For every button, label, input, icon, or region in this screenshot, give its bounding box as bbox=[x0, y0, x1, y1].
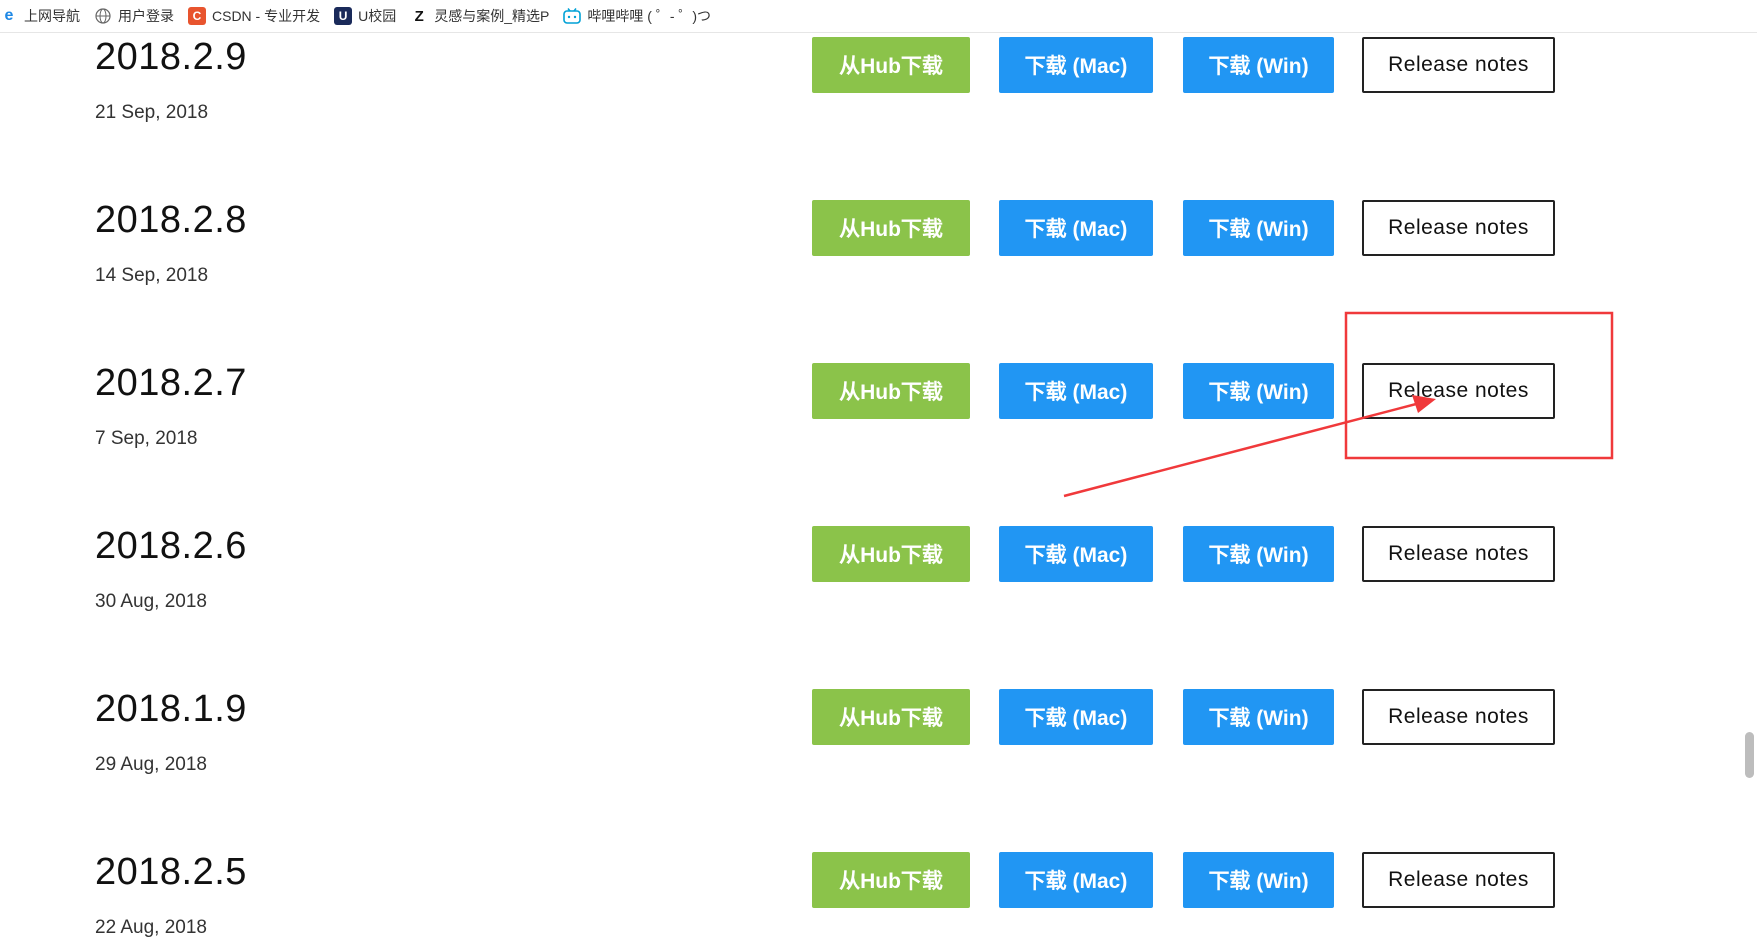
release-row: 2018.2.8 14 Sep, 2018 从Hub下载 下载 (Mac) 下载… bbox=[0, 195, 1757, 358]
release-date: 7 Sep, 2018 bbox=[95, 428, 198, 449]
release-notes-button[interactable]: Release notes bbox=[1362, 689, 1555, 745]
bookmark-label: 灵感与案例_精选P bbox=[434, 8, 550, 24]
download-win-button[interactable]: 下载 (Win) bbox=[1183, 526, 1334, 582]
download-hub-button[interactable]: 从Hub下载 bbox=[812, 200, 970, 256]
release-version: 2018.2.5 bbox=[95, 851, 247, 893]
download-win-button[interactable]: 下载 (Win) bbox=[1183, 37, 1334, 93]
bookmark-ucampus[interactable]: U U校园 bbox=[334, 0, 396, 32]
download-hub-button[interactable]: 从Hub下载 bbox=[812, 37, 970, 93]
release-version: 2018.2.9 bbox=[95, 36, 247, 78]
release-notes-button[interactable]: Release notes bbox=[1362, 526, 1555, 582]
release-notes-button[interactable]: Release notes bbox=[1362, 200, 1555, 256]
download-mac-button[interactable]: 下载 (Mac) bbox=[999, 37, 1153, 93]
bookmarks-bar: e 上网导航 用户登录 C CSDN - 专业开发 U U校园 Z 灵感与案例_… bbox=[0, 0, 1757, 33]
release-row: 2018.2.6 30 Aug, 2018 从Hub下载 下载 (Mac) 下载… bbox=[0, 521, 1757, 684]
bookmark-label: 用户登录 bbox=[118, 8, 174, 24]
u-icon: U bbox=[334, 7, 353, 25]
bookmark-nav[interactable]: e 上网导航 bbox=[0, 0, 80, 32]
download-win-button[interactable]: 下载 (Win) bbox=[1183, 200, 1334, 256]
release-version: 2018.1.9 bbox=[95, 688, 247, 730]
download-hub-button[interactable]: 从Hub下载 bbox=[812, 852, 970, 908]
download-hub-button[interactable]: 从Hub下载 bbox=[812, 363, 970, 419]
download-win-button[interactable]: 下载 (Win) bbox=[1183, 852, 1334, 908]
release-date: 30 Aug, 2018 bbox=[95, 591, 207, 612]
bookmark-login[interactable]: 用户登录 bbox=[94, 0, 174, 32]
bookmark-zcool[interactable]: Z 灵感与案例_精选P bbox=[410, 0, 550, 32]
release-notes-button[interactable]: Release notes bbox=[1362, 852, 1555, 908]
release-row: 2018.1.9 29 Aug, 2018 从Hub下载 下载 (Mac) 下载… bbox=[0, 684, 1757, 847]
download-win-button[interactable]: 下载 (Win) bbox=[1183, 689, 1334, 745]
release-row: 2018.2.9 21 Sep, 2018 从Hub下载 下载 (Mac) 下载… bbox=[0, 32, 1757, 195]
release-row: 2018.2.7 7 Sep, 2018 从Hub下载 下载 (Mac) 下载 … bbox=[0, 358, 1757, 521]
release-version: 2018.2.6 bbox=[95, 525, 247, 567]
csdn-icon: C bbox=[188, 7, 206, 25]
bookmark-bilibili[interactable]: 哔哩哔哩 ( ゜- ゜)つ bbox=[563, 0, 711, 32]
release-version: 2018.2.8 bbox=[95, 199, 247, 241]
release-date: 29 Aug, 2018 bbox=[95, 754, 207, 775]
download-mac-button[interactable]: 下载 (Mac) bbox=[999, 363, 1153, 419]
download-win-button[interactable]: 下载 (Win) bbox=[1183, 363, 1334, 419]
release-version: 2018.2.7 bbox=[95, 362, 247, 404]
release-notes-button[interactable]: Release notes bbox=[1362, 37, 1555, 93]
release-date: 21 Sep, 2018 bbox=[95, 102, 209, 123]
bookmark-label: CSDN - 专业开发 bbox=[212, 8, 321, 24]
bookmark-label: 哔哩哔哩 ( ゜- ゜)つ bbox=[587, 8, 712, 24]
bookmark-label: U校园 bbox=[358, 8, 397, 24]
bookmark-label: 上网导航 bbox=[24, 8, 80, 24]
download-hub-button[interactable]: 从Hub下载 bbox=[812, 689, 970, 745]
download-mac-button[interactable]: 下载 (Mac) bbox=[999, 526, 1153, 582]
release-row: 2018.2.5 22 Aug, 2018 从Hub下载 下载 (Mac) 下载… bbox=[0, 847, 1757, 939]
download-mac-button[interactable]: 下载 (Mac) bbox=[999, 200, 1153, 256]
download-mac-button[interactable]: 下载 (Mac) bbox=[999, 852, 1153, 908]
release-notes-button[interactable]: Release notes bbox=[1362, 363, 1555, 419]
release-date: 14 Sep, 2018 bbox=[95, 265, 209, 286]
download-hub-button[interactable]: 从Hub下载 bbox=[812, 526, 970, 582]
ie-icon: e bbox=[4, 7, 14, 24]
bookmark-csdn[interactable]: C CSDN - 专业开发 bbox=[188, 0, 320, 32]
download-mac-button[interactable]: 下载 (Mac) bbox=[999, 689, 1153, 745]
globe-icon bbox=[94, 7, 112, 25]
release-date: 22 Aug, 2018 bbox=[95, 917, 207, 938]
release-list: 2018.2.9 21 Sep, 2018 从Hub下载 下载 (Mac) 下载… bbox=[0, 32, 1757, 939]
scrollbar-thumb[interactable] bbox=[1745, 732, 1754, 778]
zcool-icon: Z bbox=[414, 7, 424, 25]
bilibili-icon bbox=[563, 7, 582, 25]
